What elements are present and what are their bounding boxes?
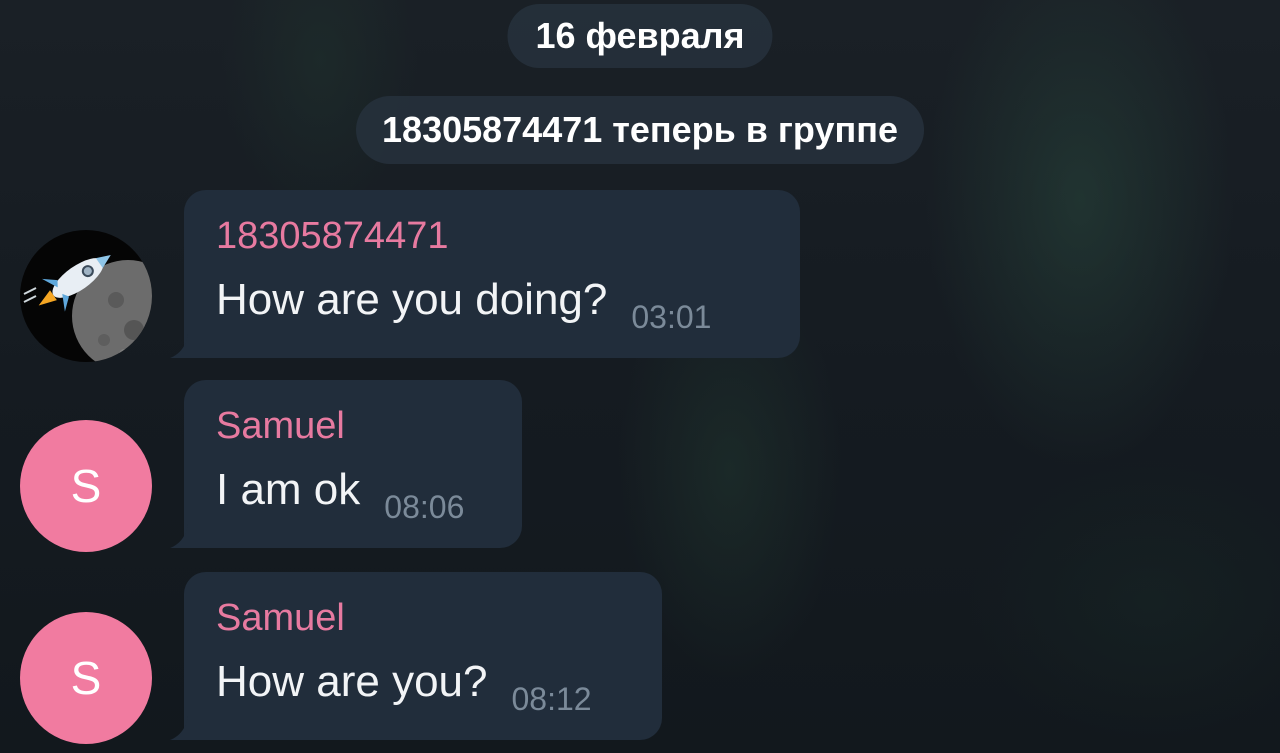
avatar[interactable] bbox=[20, 230, 152, 362]
bubble-tail bbox=[170, 524, 194, 548]
message-line: How are you doing? 03:01 bbox=[216, 274, 774, 335]
message-time: 08:12 bbox=[511, 681, 592, 717]
bubble-tail bbox=[170, 334, 194, 358]
avatar[interactable]: S bbox=[20, 420, 152, 552]
message-line: I am ok 08:06 bbox=[216, 464, 496, 525]
message-bubble[interactable]: 18305874471 How are you doing? 03:01 bbox=[170, 190, 800, 358]
date-separator: 16 февраля bbox=[507, 4, 773, 68]
message-time: 03:01 bbox=[631, 299, 712, 335]
chat-background: 16 февраля 18305874471 теперь в группе 1… bbox=[0, 0, 1280, 753]
message-bubble[interactable]: Samuel How are you? 08:12 bbox=[170, 572, 662, 740]
service-message: 18305874471 теперь в группе bbox=[356, 96, 924, 164]
sender-name[interactable]: Samuel bbox=[216, 404, 496, 448]
sender-name[interactable]: 18305874471 bbox=[216, 214, 774, 258]
bubble-tail bbox=[170, 716, 194, 740]
avatar[interactable]: S bbox=[20, 612, 152, 744]
message-line: How are you? 08:12 bbox=[216, 656, 636, 717]
sender-name[interactable]: Samuel bbox=[216, 596, 636, 640]
message-time: 08:06 bbox=[384, 489, 465, 525]
message-text: I am ok bbox=[216, 465, 361, 514]
message-text: How are you doing? bbox=[216, 275, 608, 324]
message-bubble[interactable]: Samuel I am ok 08:06 bbox=[170, 380, 522, 548]
rocket-moon-icon bbox=[23, 255, 152, 362]
message-text: How are you? bbox=[216, 657, 488, 706]
